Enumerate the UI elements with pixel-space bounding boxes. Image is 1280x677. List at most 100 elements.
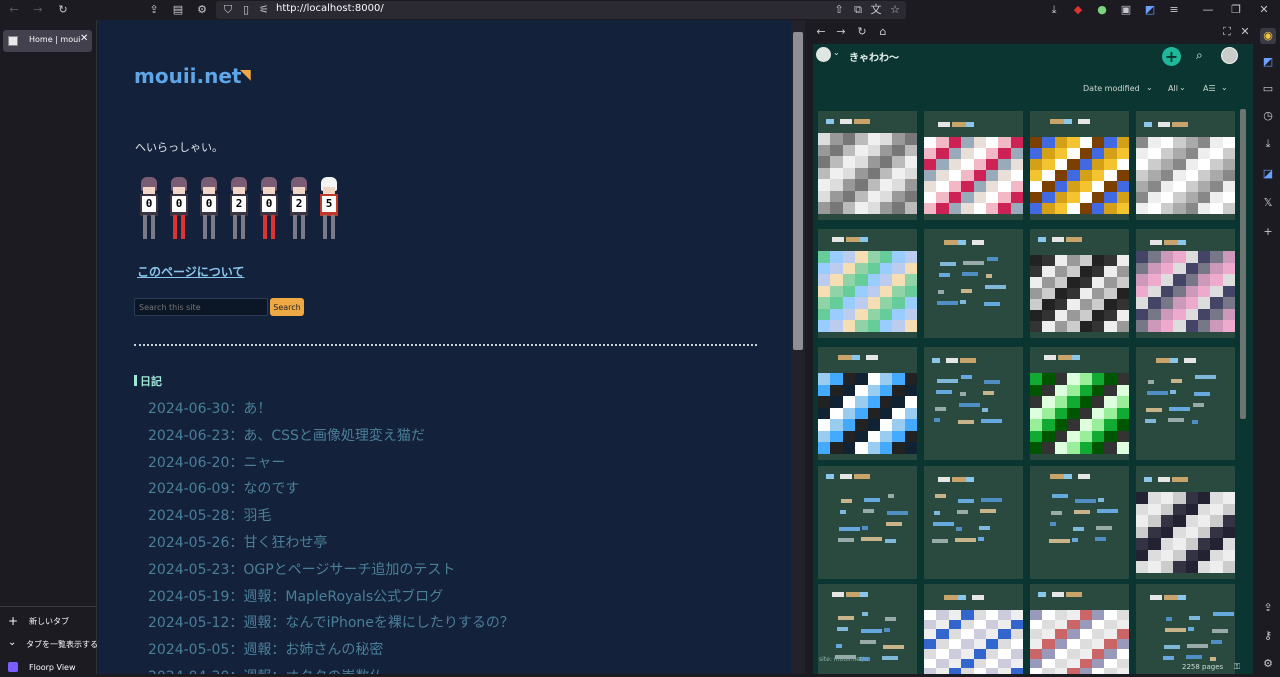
settings-panel-gear-icon[interactable]: ⚙ xyxy=(1260,656,1276,672)
shield-icon[interactable]: ⛉ xyxy=(220,2,236,18)
avatar[interactable] xyxy=(1221,47,1238,64)
search-button[interactable]: Search xyxy=(270,298,304,316)
view-toggle-icon[interactable]: A☰ xyxy=(1203,84,1216,93)
permissions-icon[interactable]: ⚟ xyxy=(256,2,272,18)
downloads-icon[interactable]: ⤓ xyxy=(1046,2,1062,18)
translate-panel-icon[interactable]: ◪ xyxy=(1260,166,1276,182)
card-text-pixel xyxy=(957,510,968,514)
forward-icon[interactable]: → xyxy=(30,2,46,18)
card-text-pixel xyxy=(955,538,976,542)
minimize-icon[interactable]: — xyxy=(1200,2,1216,18)
counter-character: 2 xyxy=(226,177,252,242)
share-icon[interactable]: ⇪ xyxy=(146,2,162,18)
scrollbar-thumb[interactable] xyxy=(793,32,803,350)
list-all-tabs-button[interactable]: ⌄ タブを一覧表示する xyxy=(6,637,98,653)
translate-icon[interactable]: 文 xyxy=(868,2,884,18)
gallery-card[interactable] xyxy=(924,466,1023,579)
menu-icon[interactable]: ≡ xyxy=(1166,2,1182,18)
logo-chevron-down-icon[interactable]: ⌄ xyxy=(833,48,840,57)
gallery-card[interactable] xyxy=(1030,584,1129,674)
tab-home[interactable]: Home | moui ✕ xyxy=(3,30,92,52)
gallery-card[interactable] xyxy=(818,111,917,220)
card-text-pixel xyxy=(836,644,842,648)
site-search-input[interactable] xyxy=(134,298,268,316)
gallery-card[interactable] xyxy=(1136,229,1235,338)
briefcase-icon[interactable]: ▭ xyxy=(1260,81,1276,97)
restore-icon[interactable]: ❐ xyxy=(1228,2,1244,18)
gallery-scrollbar-thumb[interactable] xyxy=(1240,109,1246,419)
diary-entry-link[interactable]: 2024-05-19：週報：MapleRoyals公式ブログ xyxy=(148,586,443,606)
gallery-card[interactable] xyxy=(818,466,917,579)
gallery-card[interactable] xyxy=(1136,584,1235,674)
image-extension-icon[interactable]: ▣ xyxy=(1118,2,1134,18)
x-social-icon[interactable]: 𝕏 xyxy=(1260,195,1276,211)
diary-entry-link[interactable]: 2024-05-23：OGPとページサーチ追加のテスト xyxy=(148,559,455,579)
sort-dropdown[interactable]: Date modified xyxy=(1083,84,1140,93)
diary-entry-link[interactable]: 2024-06-23：あ、CSSと画像処理変え猫だ xyxy=(148,425,425,445)
bookmark-star-icon[interactable]: ☆ xyxy=(887,2,903,18)
bookmark-panel-icon[interactable]: ◩ xyxy=(1260,54,1276,70)
diary-entry-link[interactable]: 2024-06-20：ニャー xyxy=(148,452,285,472)
panel-close-icon[interactable]: ✕ xyxy=(1237,24,1253,40)
key-icon[interactable]: ⚷ xyxy=(1260,628,1276,644)
panel-forward-icon[interactable]: → xyxy=(833,24,849,40)
gallery-card[interactable] xyxy=(924,111,1023,220)
gallery-card[interactable] xyxy=(1136,466,1235,579)
card-title-pixel xyxy=(854,474,870,479)
gallery-card[interactable] xyxy=(818,347,917,460)
panel-app-icon[interactable]: ◉ xyxy=(1260,28,1276,44)
page-info-icon[interactable]: ▯ xyxy=(238,2,254,18)
card-text-pixel xyxy=(985,285,1006,289)
diary-entry-link[interactable]: 2024-05-12：週報：なんでiPhoneを裸にしたりするの？ xyxy=(148,612,514,632)
url-bar[interactable]: ⛉ ▯ ⚟ http://localhost:8000/ xyxy=(216,1,906,19)
close-tab-icon[interactable]: ✕ xyxy=(80,33,88,44)
panel-home-icon[interactable]: ⌂ xyxy=(875,24,891,40)
diary-entry-link[interactable]: 2024-05-05：週報：お姉さんの秘密 xyxy=(148,639,383,659)
download-panel-icon[interactable]: ⤓ xyxy=(1260,136,1276,152)
about-page-link[interactable]: このページについて xyxy=(137,263,244,280)
gallery-card[interactable] xyxy=(1030,111,1129,220)
diary-entry-link[interactable]: 2024-04-30：週報：オタクの崇数仏 xyxy=(148,666,383,674)
gallery-card[interactable] xyxy=(924,229,1023,338)
ublock-icon[interactable]: ◆ xyxy=(1070,2,1086,18)
gallery-card[interactable] xyxy=(924,347,1023,460)
back-icon[interactable]: ← xyxy=(6,2,22,18)
app-logo-icon[interactable] xyxy=(816,47,831,62)
diary-entry-link[interactable]: 2024-05-26：甘く狂わせ亭 xyxy=(148,532,327,552)
gallery-card[interactable] xyxy=(1030,229,1129,338)
browser-toolbar: ← → ↻ ⇪ ▤ ⚙ ⛉ ▯ ⚟ http://localhost:8000/… xyxy=(0,0,1280,20)
gallery-card[interactable] xyxy=(1136,347,1235,460)
diary-entry-link[interactable]: 2024-06-09：なのです xyxy=(148,478,299,498)
page-scrollbar[interactable] xyxy=(791,20,805,674)
panel-reload-icon[interactable]: ↻ xyxy=(854,24,870,40)
history-clock-icon[interactable]: ◷ xyxy=(1260,108,1276,124)
panel-back-icon[interactable]: ← xyxy=(813,24,829,40)
floorp-view-button[interactable]: Floorp View xyxy=(6,661,96,677)
filter-dropdown[interactable]: All xyxy=(1168,84,1178,93)
close-window-icon[interactable]: ✕ xyxy=(1256,2,1272,18)
diary-entry-link[interactable]: 2024-05-28：羽毛 xyxy=(148,505,271,525)
settings-gear-icon[interactable]: ⚙ xyxy=(194,2,210,18)
gallery-card[interactable] xyxy=(1136,111,1235,220)
panel-expand-icon[interactable]: ⛶ xyxy=(1219,24,1235,40)
gallery-card[interactable] xyxy=(1030,347,1129,460)
share-panel-icon[interactable]: ⇪ xyxy=(1260,600,1276,616)
lock-icon[interactable]: ⚿ xyxy=(1234,662,1240,672)
gallery-card[interactable] xyxy=(1030,466,1129,579)
new-tab-button[interactable]: + 新しいタブ xyxy=(6,614,96,630)
site-title[interactable]: mouii.net xyxy=(134,64,242,88)
extension-blue-icon[interactable]: ◩ xyxy=(1142,2,1158,18)
add-button[interactable]: + xyxy=(1162,47,1181,66)
extension-icon[interactable]: ● xyxy=(1094,2,1110,18)
add-panel-icon[interactable]: + xyxy=(1260,224,1276,240)
diary-entry-link[interactable]: 2024-06-30：あ！ xyxy=(148,398,271,418)
card-text-pixel xyxy=(1098,498,1104,502)
sidebar-toggle-icon[interactable]: ▤ xyxy=(170,2,186,18)
rss-icon[interactable]: ◥ xyxy=(240,67,251,83)
gallery-card[interactable] xyxy=(818,229,917,338)
gallery-card[interactable] xyxy=(924,584,1023,674)
reload-icon[interactable]: ↻ xyxy=(55,2,71,18)
screenshot-icon[interactable]: ⧉ xyxy=(850,2,866,18)
search-icon[interactable]: ⌕ xyxy=(1196,48,1203,63)
save-icon[interactable]: ⇧ xyxy=(831,2,847,18)
